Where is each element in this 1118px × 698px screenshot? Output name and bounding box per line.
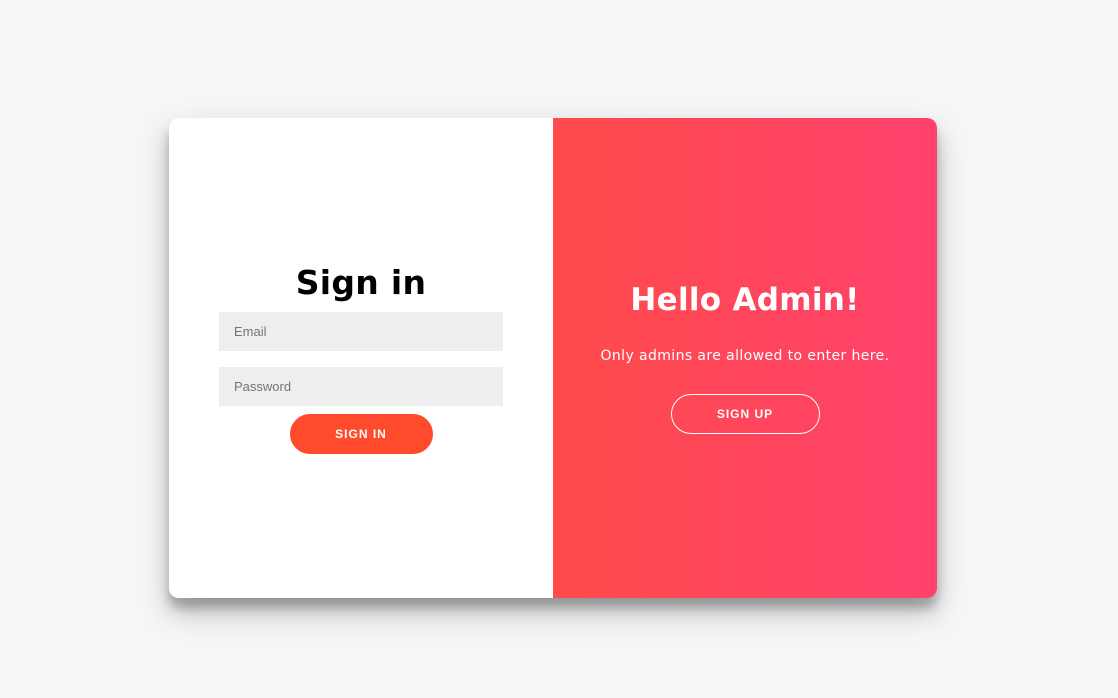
overlay-title: Hello Admin! <box>630 282 860 318</box>
page: Sign in SIGN IN Hello Admin! Only admins… <box>0 0 1118 698</box>
password-field[interactable] <box>219 366 503 406</box>
signin-form: Sign in SIGN IN <box>169 118 553 598</box>
signup-button[interactable]: SIGN UP <box>670 394 820 434</box>
signin-button[interactable]: SIGN IN <box>289 413 433 454</box>
signin-title: Sign in <box>295 262 427 302</box>
welcome-overlay: Hello Admin! Only admins are allowed to … <box>553 118 937 598</box>
overlay-text: Only admins are allowed to enter here. <box>600 348 890 364</box>
email-field[interactable] <box>219 311 503 351</box>
login-card: Sign in SIGN IN Hello Admin! Only admins… <box>169 118 937 598</box>
